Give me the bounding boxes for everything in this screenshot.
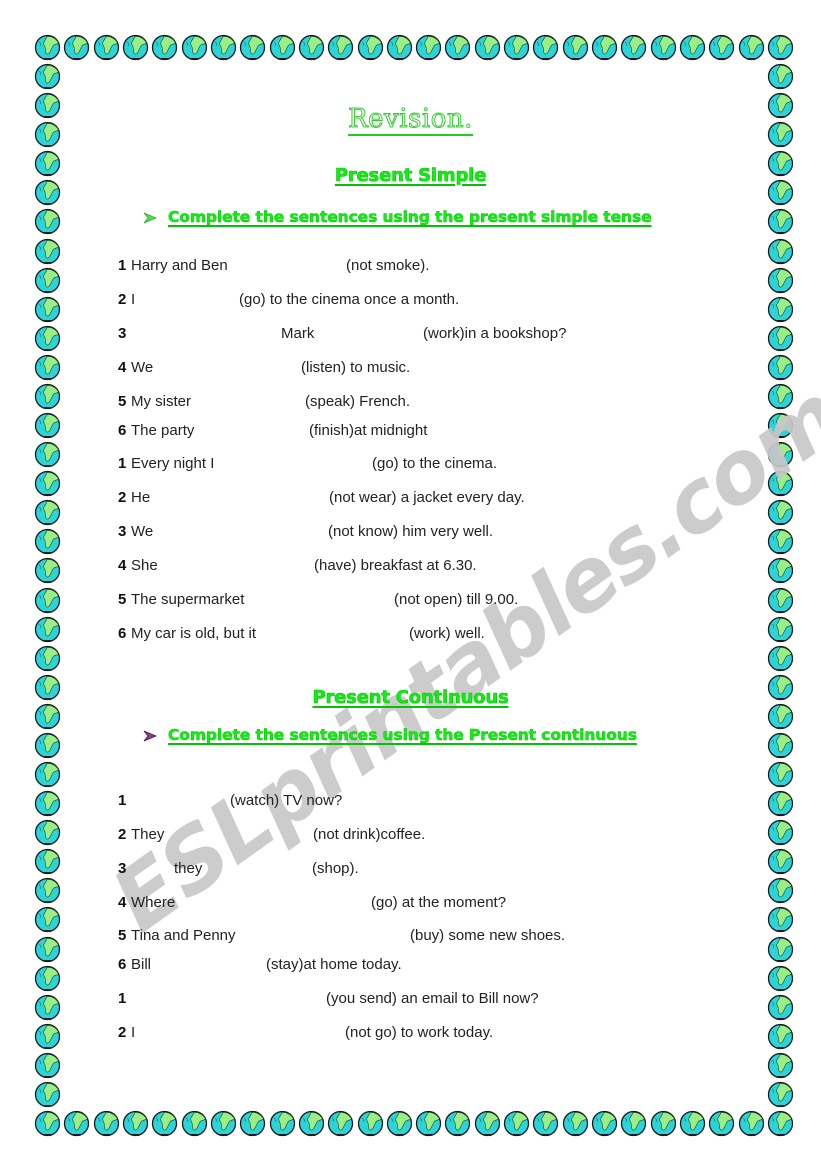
- sentence-number: 2: [118, 489, 127, 506]
- sentence-verb-cue: (work)in a bookshop?: [423, 325, 567, 342]
- sentence-number: 6: [118, 422, 127, 439]
- instruction-present-simple: Complete the sentences using the present…: [143, 208, 652, 226]
- exercise-sentence: 5 My sister (speak) French.: [118, 393, 718, 413]
- section-heading-text: Present Continuous: [312, 687, 509, 709]
- sentence-subject: I: [131, 1024, 136, 1041]
- exercise-sentence: 5 The supermarket (not open) till 9.00.: [118, 591, 718, 611]
- exercise-sentence: 1 (watch) TV now?: [118, 792, 718, 812]
- exercise-sentence: 2 I (go) to the cinema once a month.: [118, 291, 718, 311]
- sentence-verb-cue: (not know) him very well.: [328, 523, 494, 540]
- exercise-sentence: 3 We (not know) him very well.: [118, 523, 718, 543]
- sentence-number: 6: [118, 625, 127, 642]
- sentence-number: 1: [118, 455, 127, 472]
- sentence-verb-cue: (buy) some new shoes.: [410, 927, 566, 944]
- sentence-number: 2: [118, 291, 127, 308]
- sentence-number: 4: [118, 557, 127, 574]
- section-heading-text: Present Simple: [334, 165, 487, 187]
- exercise-sentence: 2 They (not drink)coffee.: [118, 826, 718, 846]
- exercise-sentence: 3 Mark (work)in a bookshop?: [118, 325, 718, 345]
- sentence-subject: Where: [131, 894, 176, 911]
- section-heading-present-continuous: Present Continuous: [0, 687, 821, 709]
- exercise-sentence: 4 We (listen) to music.: [118, 359, 718, 379]
- sentence-subject: He: [131, 489, 151, 506]
- sentence-number: 4: [118, 894, 127, 911]
- sentence-verb-cue: (stay)at home today.: [266, 956, 402, 973]
- sentence-subject: We: [131, 359, 154, 376]
- sentence-number: 1: [118, 257, 127, 274]
- exercise-sentence: 4 Where (go) at the moment?: [118, 894, 718, 914]
- sentence-verb-cue: (not go) to work today.: [345, 1024, 494, 1041]
- instruction-present-continuous: Complete the sentences using the Present…: [143, 726, 637, 744]
- sentence-subject: they: [174, 860, 203, 877]
- sentence-number: 3: [118, 860, 127, 877]
- exercise-sentence: 5 Tina and Penny (buy) some new shoes.: [118, 927, 718, 947]
- sentence-subject: My sister: [131, 393, 191, 410]
- instruction-text: Complete the sentences using the present…: [168, 208, 652, 227]
- sentence-number: 5: [118, 591, 127, 608]
- exercise-sentence: 6 The party (finish)at midnight: [118, 422, 718, 442]
- sentence-subject: Harry and Ben: [131, 257, 228, 274]
- sentence-number: 1: [118, 990, 127, 1007]
- sentence-verb-cue: (not open) till 9.00.: [394, 591, 519, 608]
- sentence-verb-cue: (go) to the cinema.: [372, 455, 498, 472]
- exercise-sentence: 1 Harry and Ben (not smoke).: [118, 257, 718, 277]
- sentence-verb-cue: (go) at the moment?: [371, 894, 507, 911]
- sentence-subject: My car is old, but it: [131, 625, 257, 642]
- sentence-verb-cue: (you send) an email to Bill now?: [326, 990, 539, 1007]
- sentence-verb-cue: (speak) French.: [305, 393, 411, 410]
- sentence-verb-cue: (not wear) a jacket every day.: [329, 489, 525, 506]
- sentence-subject: I: [131, 291, 136, 308]
- sentence-verb-cue: (not drink)coffee.: [313, 826, 426, 843]
- arrow-bullet-icon: [143, 729, 158, 742]
- sentence-number: 5: [118, 393, 127, 410]
- sentence-subject: She: [131, 557, 158, 574]
- instruction-text: Complete the sentences using the Present…: [168, 726, 637, 745]
- sentence-subject: We: [131, 523, 154, 540]
- exercise-sentence: 1 (you send) an email to Bill now?: [118, 990, 718, 1010]
- sentence-subject: Tina and Penny: [131, 927, 236, 944]
- sentence-number: 2: [118, 1024, 127, 1041]
- exercise-sentence: 1 Every night I (go) to the cinema.: [118, 455, 718, 475]
- sentence-verb-cue: (have) breakfast at 6.30.: [314, 557, 477, 574]
- sentence-verb-cue: (listen) to music.: [301, 359, 411, 376]
- exercise-sentence: 2 I (not go) to work today.: [118, 1024, 718, 1044]
- sentence-verb-cue: (watch) TV now?: [230, 792, 343, 809]
- exercise-sentence: 2 He (not wear) a jacket every day.: [118, 489, 718, 509]
- sentence-number: 2: [118, 826, 127, 843]
- sentence-subject: The party: [131, 422, 195, 439]
- sentence-number: 3: [118, 325, 127, 342]
- sentence-subject: Every night I: [131, 455, 215, 472]
- sentence-number: 4: [118, 359, 127, 376]
- worksheet: Revision. Present Simple Complete the se…: [0, 0, 821, 1169]
- sentence-verb-cue: (finish)at midnight: [309, 422, 428, 439]
- sentence-verb-cue: (go) to the cinema once a month.: [239, 291, 460, 308]
- sentence-verb-cue: (shop).: [312, 860, 359, 877]
- sentence-verb-cue: (not smoke).: [346, 257, 430, 274]
- sentence-number: 3: [118, 523, 127, 540]
- section-heading-present-simple: Present Simple: [0, 165, 821, 187]
- sentence-subject: They: [131, 826, 165, 843]
- sentence-number: 5: [118, 927, 127, 944]
- exercise-sentence: 6 My car is old, but it (work) well.: [118, 625, 718, 645]
- page-title-text: Revision.: [348, 104, 473, 136]
- sentence-verb-cue: (work) well.: [409, 625, 485, 642]
- exercise-sentence: 4 She (have) breakfast at 6.30.: [118, 557, 718, 577]
- sentence-subject: Mark: [281, 325, 315, 342]
- sentence-number: 1: [118, 792, 127, 809]
- exercise-sentence: 3 they (shop).: [118, 860, 718, 880]
- page-title: Revision.: [0, 104, 821, 136]
- exercise-sentence: 6 Bill (stay)at home today.: [118, 956, 718, 976]
- arrow-bullet-icon: [143, 211, 158, 224]
- sentence-subject: The supermarket: [131, 591, 245, 608]
- sentence-number: 6: [118, 956, 127, 973]
- sentence-subject: Bill: [131, 956, 152, 973]
